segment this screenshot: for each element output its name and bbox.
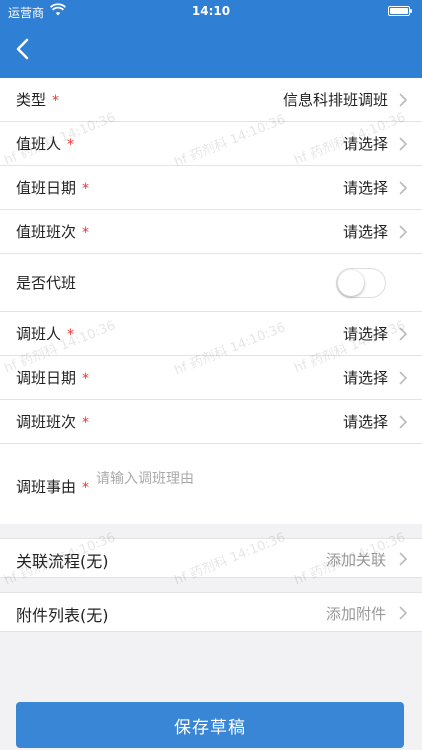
status-bar: 运营商 14:10 bbox=[0, 0, 422, 22]
chevron-right-icon bbox=[399, 371, 408, 385]
chevron-right-icon bbox=[399, 552, 408, 566]
save-draft-button[interactable]: 保存草稿 bbox=[16, 702, 404, 748]
required-mark: * bbox=[67, 327, 75, 343]
swap-shift-row[interactable]: 调班班次 * 请选择 bbox=[0, 400, 422, 444]
duty-person-label: 值班人 * bbox=[16, 135, 75, 153]
add-related-link[interactable]: 添加关联 bbox=[326, 549, 386, 570]
chevron-right-icon bbox=[399, 93, 408, 107]
duty-shift-row[interactable]: 值班班次 * 请选择 bbox=[0, 210, 422, 254]
add-attachment-link[interactable]: 添加附件 bbox=[326, 603, 386, 624]
required-mark: * bbox=[82, 371, 90, 387]
swap-shift-value: 请选择 bbox=[342, 413, 388, 431]
reason-label: 调班事由 * bbox=[16, 478, 90, 496]
required-mark: * bbox=[82, 225, 90, 241]
swap-person-row[interactable]: 调班人 * 请选择 bbox=[0, 312, 422, 356]
duty-person-value: 请选择 bbox=[342, 135, 388, 153]
substitute-row: 是否代班 bbox=[0, 254, 422, 312]
attachments-label: 附件列表(无) bbox=[16, 606, 109, 625]
type-value: 信息科排班调班 bbox=[282, 91, 388, 109]
required-mark: * bbox=[67, 137, 75, 153]
swap-shift-label: 调班班次 * bbox=[16, 413, 90, 431]
shift-swap-form: 类型 * 信息科排班调班 值班人 * 请选择 值班日期 * 请选择 值班班次 * 请选择… bbox=[0, 78, 422, 524]
toggle-knob bbox=[338, 270, 364, 296]
duty-date-row[interactable]: 值班日期 * 请选择 bbox=[0, 166, 422, 210]
chevron-right-icon bbox=[399, 415, 408, 429]
related-process-label: 关联流程(无) bbox=[16, 552, 109, 571]
substitute-label: 是否代班 bbox=[16, 274, 77, 292]
duty-date-label: 值班日期 * bbox=[16, 179, 90, 197]
chevron-right-icon bbox=[399, 181, 408, 195]
swap-date-label: 调班日期 * bbox=[16, 369, 90, 387]
swap-date-value: 请选择 bbox=[342, 369, 388, 387]
duty-person-row[interactable]: 值班人 * 请选择 bbox=[0, 122, 422, 166]
chevron-right-icon bbox=[399, 606, 408, 620]
type-label: 类型 * bbox=[16, 91, 60, 109]
substitute-toggle[interactable] bbox=[336, 268, 386, 298]
chevron-right-icon bbox=[399, 327, 408, 341]
battery-icon bbox=[388, 6, 412, 16]
required-mark: * bbox=[52, 93, 60, 109]
back-arrow-icon[interactable] bbox=[14, 38, 32, 60]
status-time: 14:10 bbox=[191, 4, 231, 18]
swap-person-label: 调班人 * bbox=[16, 325, 75, 343]
chevron-right-icon bbox=[399, 137, 408, 151]
duty-date-value: 请选择 bbox=[342, 179, 388, 197]
type-row[interactable]: 类型 * 信息科排班调班 bbox=[0, 78, 422, 122]
related-process-section[interactable]: 关联流程(无) 添加关联 bbox=[0, 538, 422, 578]
swap-date-row[interactable]: 调班日期 * 请选择 bbox=[0, 356, 422, 400]
chevron-right-icon bbox=[399, 225, 408, 239]
reason-input[interactable] bbox=[94, 466, 398, 520]
nav-header: 运营商 14:10 bbox=[0, 0, 422, 78]
required-mark: * bbox=[82, 480, 90, 496]
duty-shift-value: 请选择 bbox=[342, 223, 388, 241]
required-mark: * bbox=[82, 415, 90, 431]
reason-row: 调班事由 * bbox=[0, 444, 422, 524]
attachments-section[interactable]: 附件列表(无) 添加附件 bbox=[0, 592, 422, 632]
swap-person-value: 请选择 bbox=[342, 325, 388, 343]
duty-shift-label: 值班班次 * bbox=[16, 223, 90, 241]
required-mark: * bbox=[82, 181, 90, 197]
